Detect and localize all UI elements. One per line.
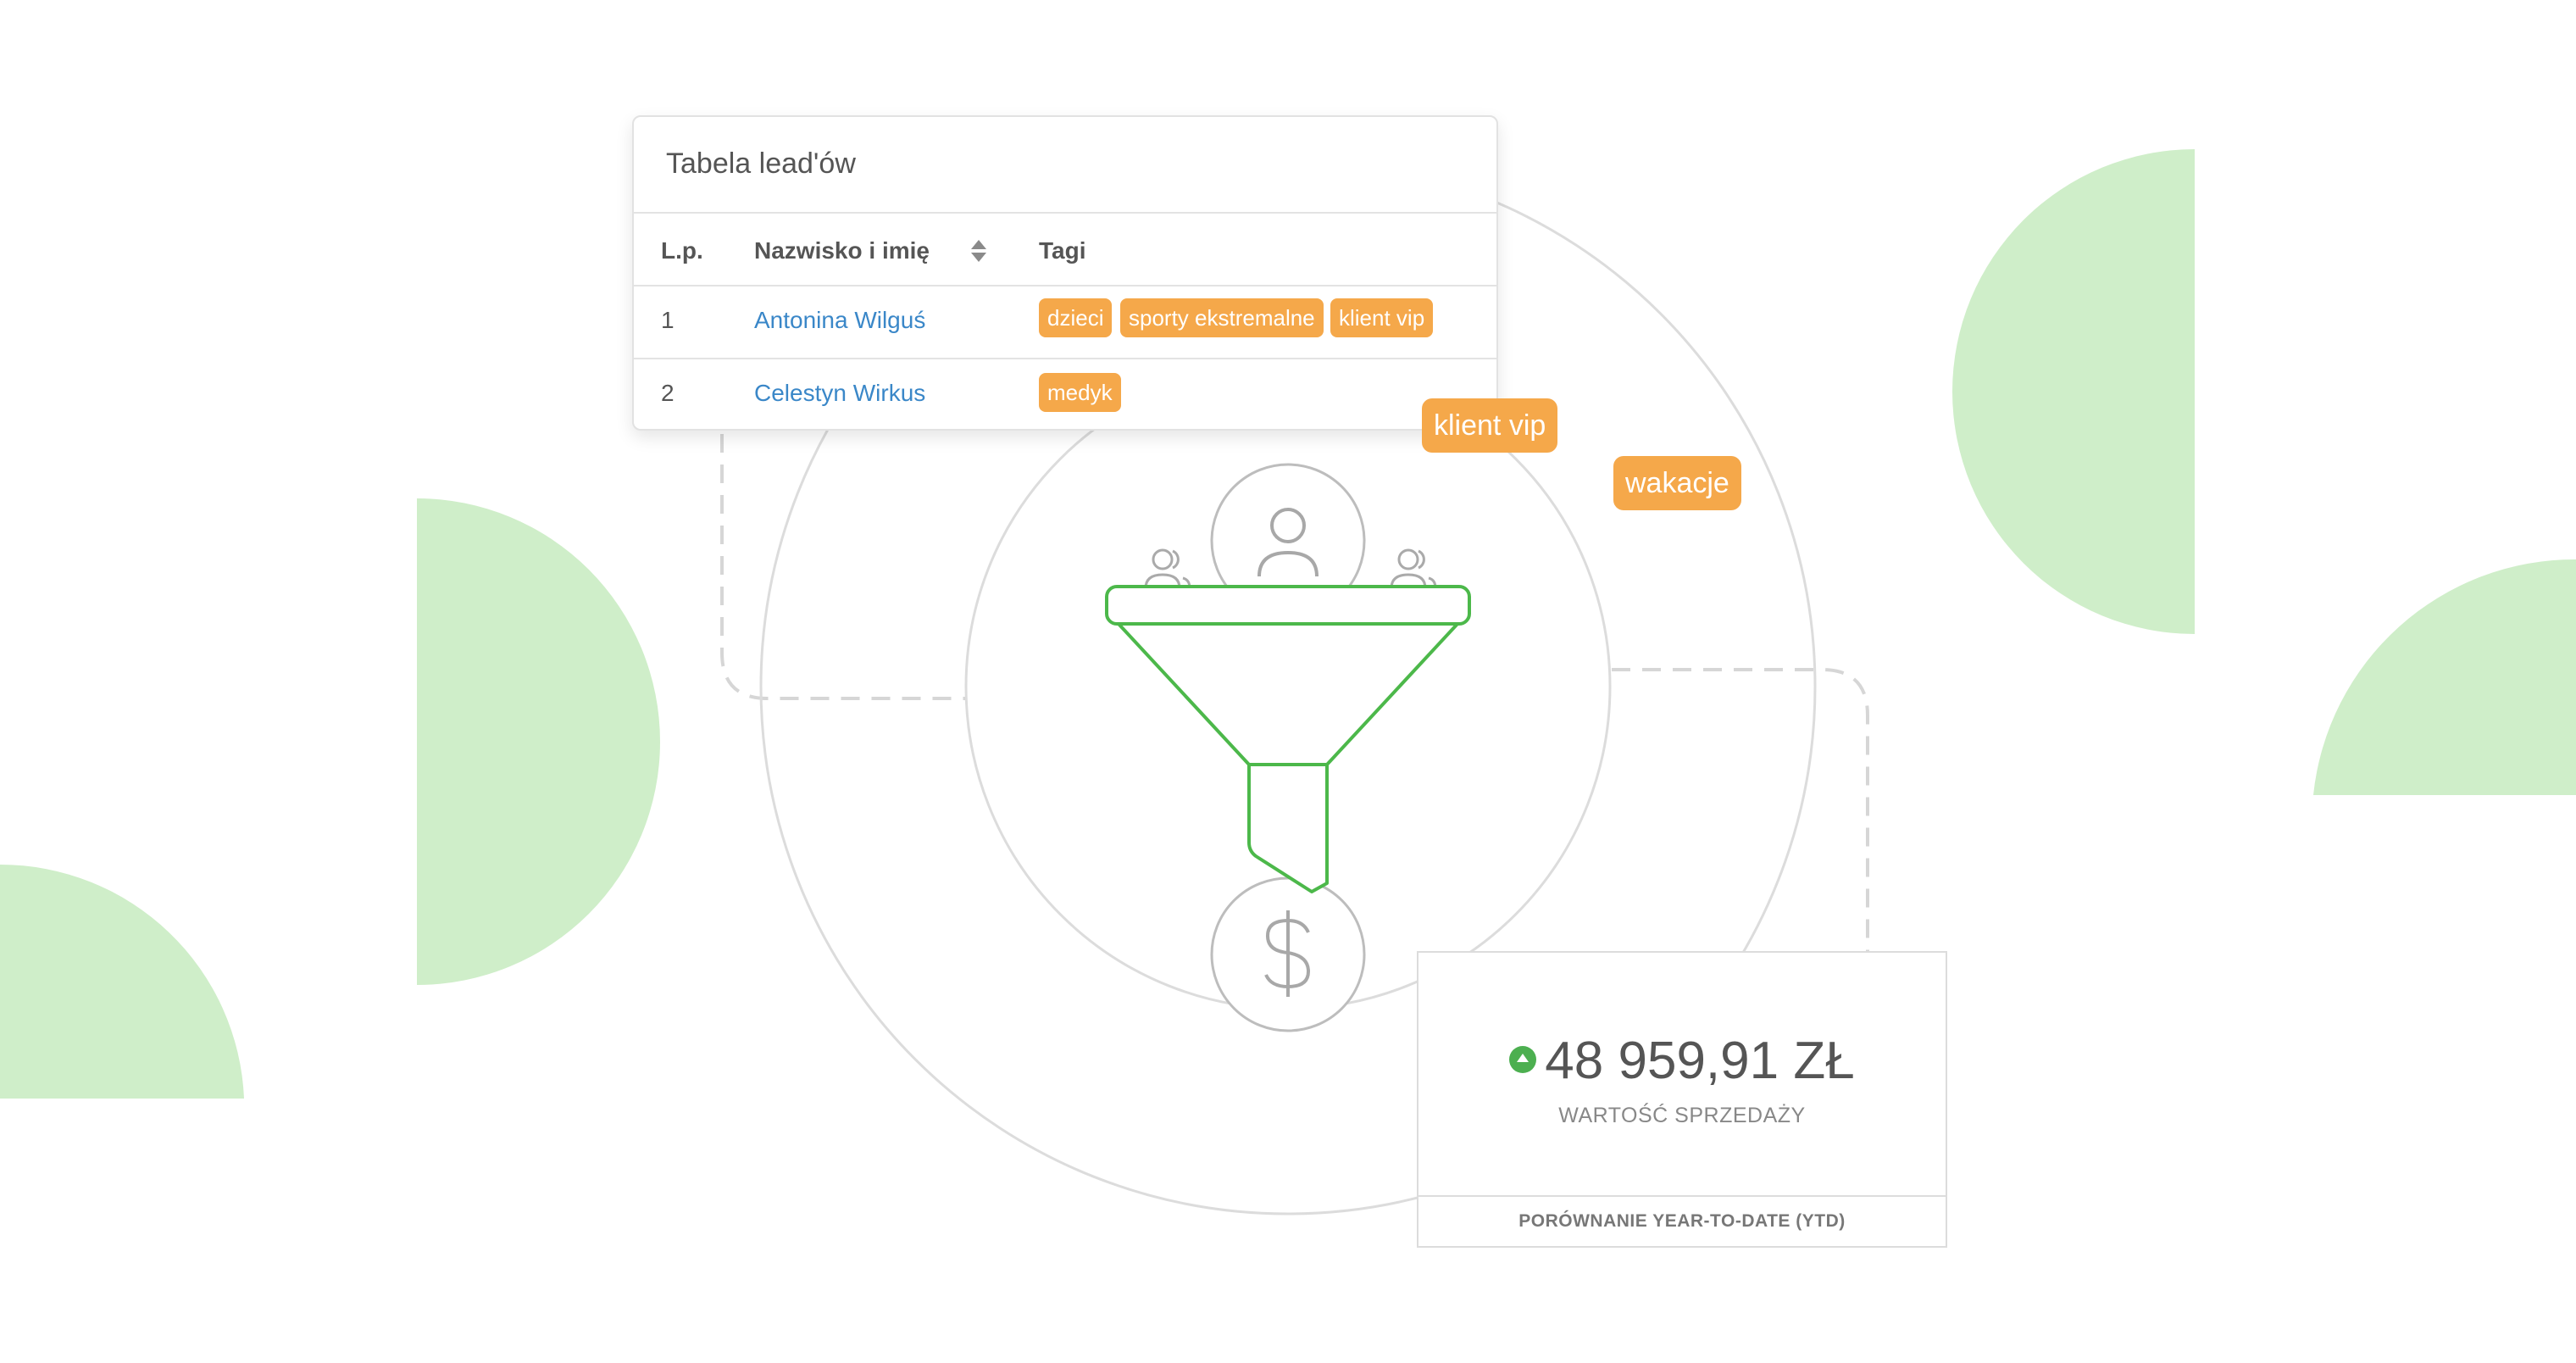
sales-value-row: 48 959,91 ZŁ xyxy=(1418,1031,1946,1091)
floating-tag[interactable]: wakacje xyxy=(1613,456,1741,510)
lead-name-link[interactable]: Celestyn Wirkus xyxy=(754,380,925,407)
sales-comparison-footer[interactable]: PORÓWNANIE YEAR-TO-DATE (YTD) xyxy=(1418,1195,1946,1246)
divider xyxy=(634,212,1496,214)
arrow-up-icon xyxy=(1509,1045,1537,1073)
lead-name-link[interactable]: Antonina Wilguś xyxy=(754,307,925,334)
dollar-icon xyxy=(1210,876,1366,1032)
row-index: 1 xyxy=(661,307,675,333)
column-header-name[interactable]: Nazwisko i imię xyxy=(754,237,930,264)
dashed-connector-left xyxy=(720,434,966,700)
tag-badge[interactable]: klient vip xyxy=(1330,298,1434,337)
green-half-circle-right xyxy=(1952,149,2195,634)
leads-table-card: Tabela lead'ów L.p. Nazwisko i imię Tagi… xyxy=(632,115,1498,431)
divider xyxy=(634,358,1496,359)
sales-value: 48 959,91 ZŁ xyxy=(1545,1032,1855,1090)
green-quarter-bottom-left xyxy=(0,864,244,1099)
column-header-index: L.p. xyxy=(661,237,703,264)
column-header-tags: Tagi xyxy=(1039,237,1086,264)
green-half-circle-left xyxy=(417,498,660,985)
sales-label: WARTOŚĆ SPRZEDAŻY xyxy=(1558,1104,1806,1127)
green-quarter-right xyxy=(2313,559,2576,795)
divider xyxy=(634,285,1496,287)
sales-value-card: 48 959,91 ZŁ WARTOŚĆ SPRZEDAŻY PORÓWNANI… xyxy=(1417,951,1947,1248)
sort-icon[interactable] xyxy=(969,236,988,265)
tag-badge[interactable]: medyk xyxy=(1039,373,1121,412)
row-index: 2 xyxy=(661,380,675,406)
dashed-connector-right xyxy=(1612,668,1869,951)
tag-badge[interactable]: sporty ekstremalne xyxy=(1120,298,1324,337)
tag-badge[interactable]: dzieci xyxy=(1039,298,1113,337)
floating-tag[interactable]: klient vip xyxy=(1422,398,1558,453)
leads-table-title: Tabela lead'ów xyxy=(666,147,856,180)
